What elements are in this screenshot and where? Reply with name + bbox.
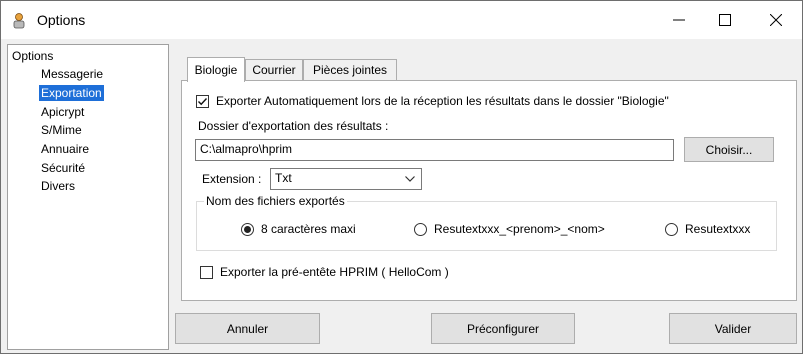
preconfigure-button[interactable]: Préconfigurer (431, 313, 575, 344)
hprim-header-checkbox[interactable] (200, 266, 213, 279)
folder-path-input[interactable]: C:\almapro\hprim (195, 139, 674, 161)
cancel-button[interactable]: Annuler (175, 313, 320, 344)
tree-root-options[interactable]: Options (12, 48, 53, 64)
options-window: Options Options Messagerie Exportation A… (0, 0, 803, 354)
checkmark-icon (198, 98, 208, 106)
tab-pieces-jointes[interactable]: Pièces jointes (303, 59, 397, 80)
tab-label: Courrier (252, 63, 296, 77)
radio-resutext-label: Resutextxxx (685, 222, 751, 236)
validate-button[interactable]: Valider (669, 313, 797, 344)
options-tree[interactable]: Options Messagerie Exportation Apicrypt … (7, 44, 169, 350)
tab-label: Biologie (194, 63, 238, 77)
extension-value: Txt (275, 171, 292, 185)
minimize-button[interactable] (656, 1, 702, 39)
tab-biologie[interactable]: Biologie (187, 57, 245, 82)
choose-folder-button[interactable]: Choisir... (684, 137, 774, 162)
radio-resutext-prenom-nom-label: Resutextxxx_<prenom>_<nom> (434, 222, 605, 236)
auto-export-label: Exporter Automatiquement lors de la réce… (216, 94, 669, 108)
extension-select[interactable]: Txt (270, 168, 422, 190)
tree-item-securite[interactable]: Sécurité (41, 160, 85, 176)
close-button[interactable] (753, 1, 799, 39)
close-icon (770, 14, 782, 26)
maximize-button[interactable] (702, 1, 748, 39)
tree-item-exportation[interactable]: Exportation (39, 85, 104, 101)
extension-label: Extension : (202, 172, 262, 186)
tree-item-divers[interactable]: Divers (41, 178, 75, 194)
tab-courrier[interactable]: Courrier (245, 59, 303, 80)
tab-label: Pièces jointes (312, 63, 388, 77)
title-bar[interactable]: Options (1, 1, 802, 39)
tree-item-apicrypt[interactable]: Apicrypt (41, 104, 84, 120)
minimize-icon (673, 19, 685, 21)
tree-item-smime[interactable]: S/Mime (41, 122, 82, 138)
chevron-down-icon (405, 176, 415, 182)
radio-resutext-prenom-nom[interactable] (414, 223, 427, 236)
maximize-icon (719, 14, 731, 26)
radio-resutext[interactable] (665, 223, 678, 236)
tree-item-messagerie[interactable]: Messagerie (41, 66, 103, 82)
filenames-group-title: Nom des fichiers exportés (204, 194, 347, 208)
auto-export-checkbox[interactable] (196, 95, 209, 108)
radio-8-chars-label: 8 caractères maxi (261, 222, 356, 236)
radio-8-chars[interactable] (241, 223, 254, 236)
folder-label: Dossier d'exportation des résultats : (198, 119, 389, 133)
hprim-header-label: Exporter la pré-entête HPRIM ( HelloCom … (220, 265, 449, 279)
radio-selected-dot (244, 226, 251, 233)
tree-item-annuaire[interactable]: Annuaire (41, 141, 89, 157)
window-title: Options (37, 12, 86, 28)
app-icon (12, 13, 26, 29)
